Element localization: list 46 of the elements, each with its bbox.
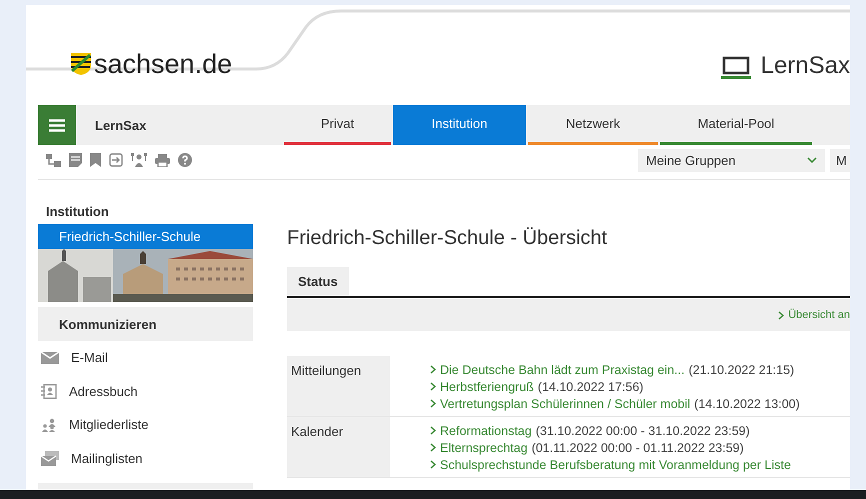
sidebar-heading: Institution: [45, 204, 110, 221]
menu-icon: [49, 118, 65, 132]
group-network-icon[interactable]: [131, 152, 147, 168]
row-label: Kalender: [287, 417, 390, 477]
chevron-down-icon: [807, 157, 817, 163]
entry-link[interactable]: Schulsprechstunde Berufsberatung mit Voranmeldung per Liste: [440, 458, 791, 472]
row-label: Mitteilungen: [287, 356, 390, 416]
laptop-icon: [720, 56, 751, 80]
overview-link[interactable]: Übersicht an: [778, 309, 850, 321]
sidebar-link[interactable]: Mitgliederliste: [69, 417, 148, 432]
entry-date: (14.10.2022 17:56): [538, 380, 644, 394]
brand-logo[interactable]: LernSax: [760, 52, 850, 80]
group-select[interactable]: M: [830, 148, 850, 172]
entry-link[interactable]: Die Deutsche Bahn lädt zum Praxistag ein...: [440, 362, 685, 376]
sidebar-link[interactable]: Mailinglisten: [71, 450, 143, 466]
nav-tab[interactable]: Institution: [393, 105, 526, 145]
content-tab[interactable]: Status: [287, 267, 349, 296]
chevron-right-icon: [778, 310, 784, 320]
entry-date: (21.10.2022 21:15): [688, 362, 794, 376]
section-heading: Kommunizieren: [38, 307, 253, 341]
entry-link[interactable]: Herbstferiengruß: [440, 380, 534, 394]
print-icon[interactable]: [155, 154, 170, 166]
entry-link[interactable]: Elternsprechtag: [440, 440, 528, 454]
entry-date: (14.10.2022 13:00): [694, 396, 800, 410]
bookmark-icon[interactable]: [90, 153, 101, 167]
entry-date: (31.10.2022 00:00 - 31.10.2022 23:59): [536, 424, 750, 438]
group-select[interactable]: Meine Gruppen: [638, 148, 825, 172]
envelope-icon: [41, 352, 59, 364]
site-logo[interactable]: sachsen.de: [94, 48, 232, 80]
nav-title: LernSax: [94, 116, 148, 134]
address-book-icon: [41, 384, 57, 399]
sidebar-link[interactable]: Adressbuch: [69, 384, 138, 399]
entry-link[interactable]: Vertretungsplan Schülerinnen / Schüler mobil: [440, 396, 690, 410]
sidebar-item[interactable]: Friedrich-Schiller-Schule: [38, 224, 253, 249]
coat-of-arms-icon: [70, 52, 92, 76]
notes-icon[interactable]: [69, 153, 82, 167]
help-icon[interactable]: [178, 153, 192, 167]
menu-button[interactable]: [38, 105, 76, 145]
hierarchy-icon[interactable]: [46, 154, 61, 166]
enter-icon[interactable]: [109, 153, 123, 167]
sidebar-link[interactable]: E-Mail: [71, 350, 108, 366]
stacked-envelopes-icon: [41, 450, 59, 466]
page-title: Friedrich-Schiller-Schule - Übersicht: [287, 227, 608, 251]
entry-date: (01.11.2022 00:00 - 01.11.2022 23:59): [532, 440, 744, 454]
people-icon: [41, 418, 57, 432]
entry-link[interactable]: Reformationstag: [440, 424, 532, 438]
